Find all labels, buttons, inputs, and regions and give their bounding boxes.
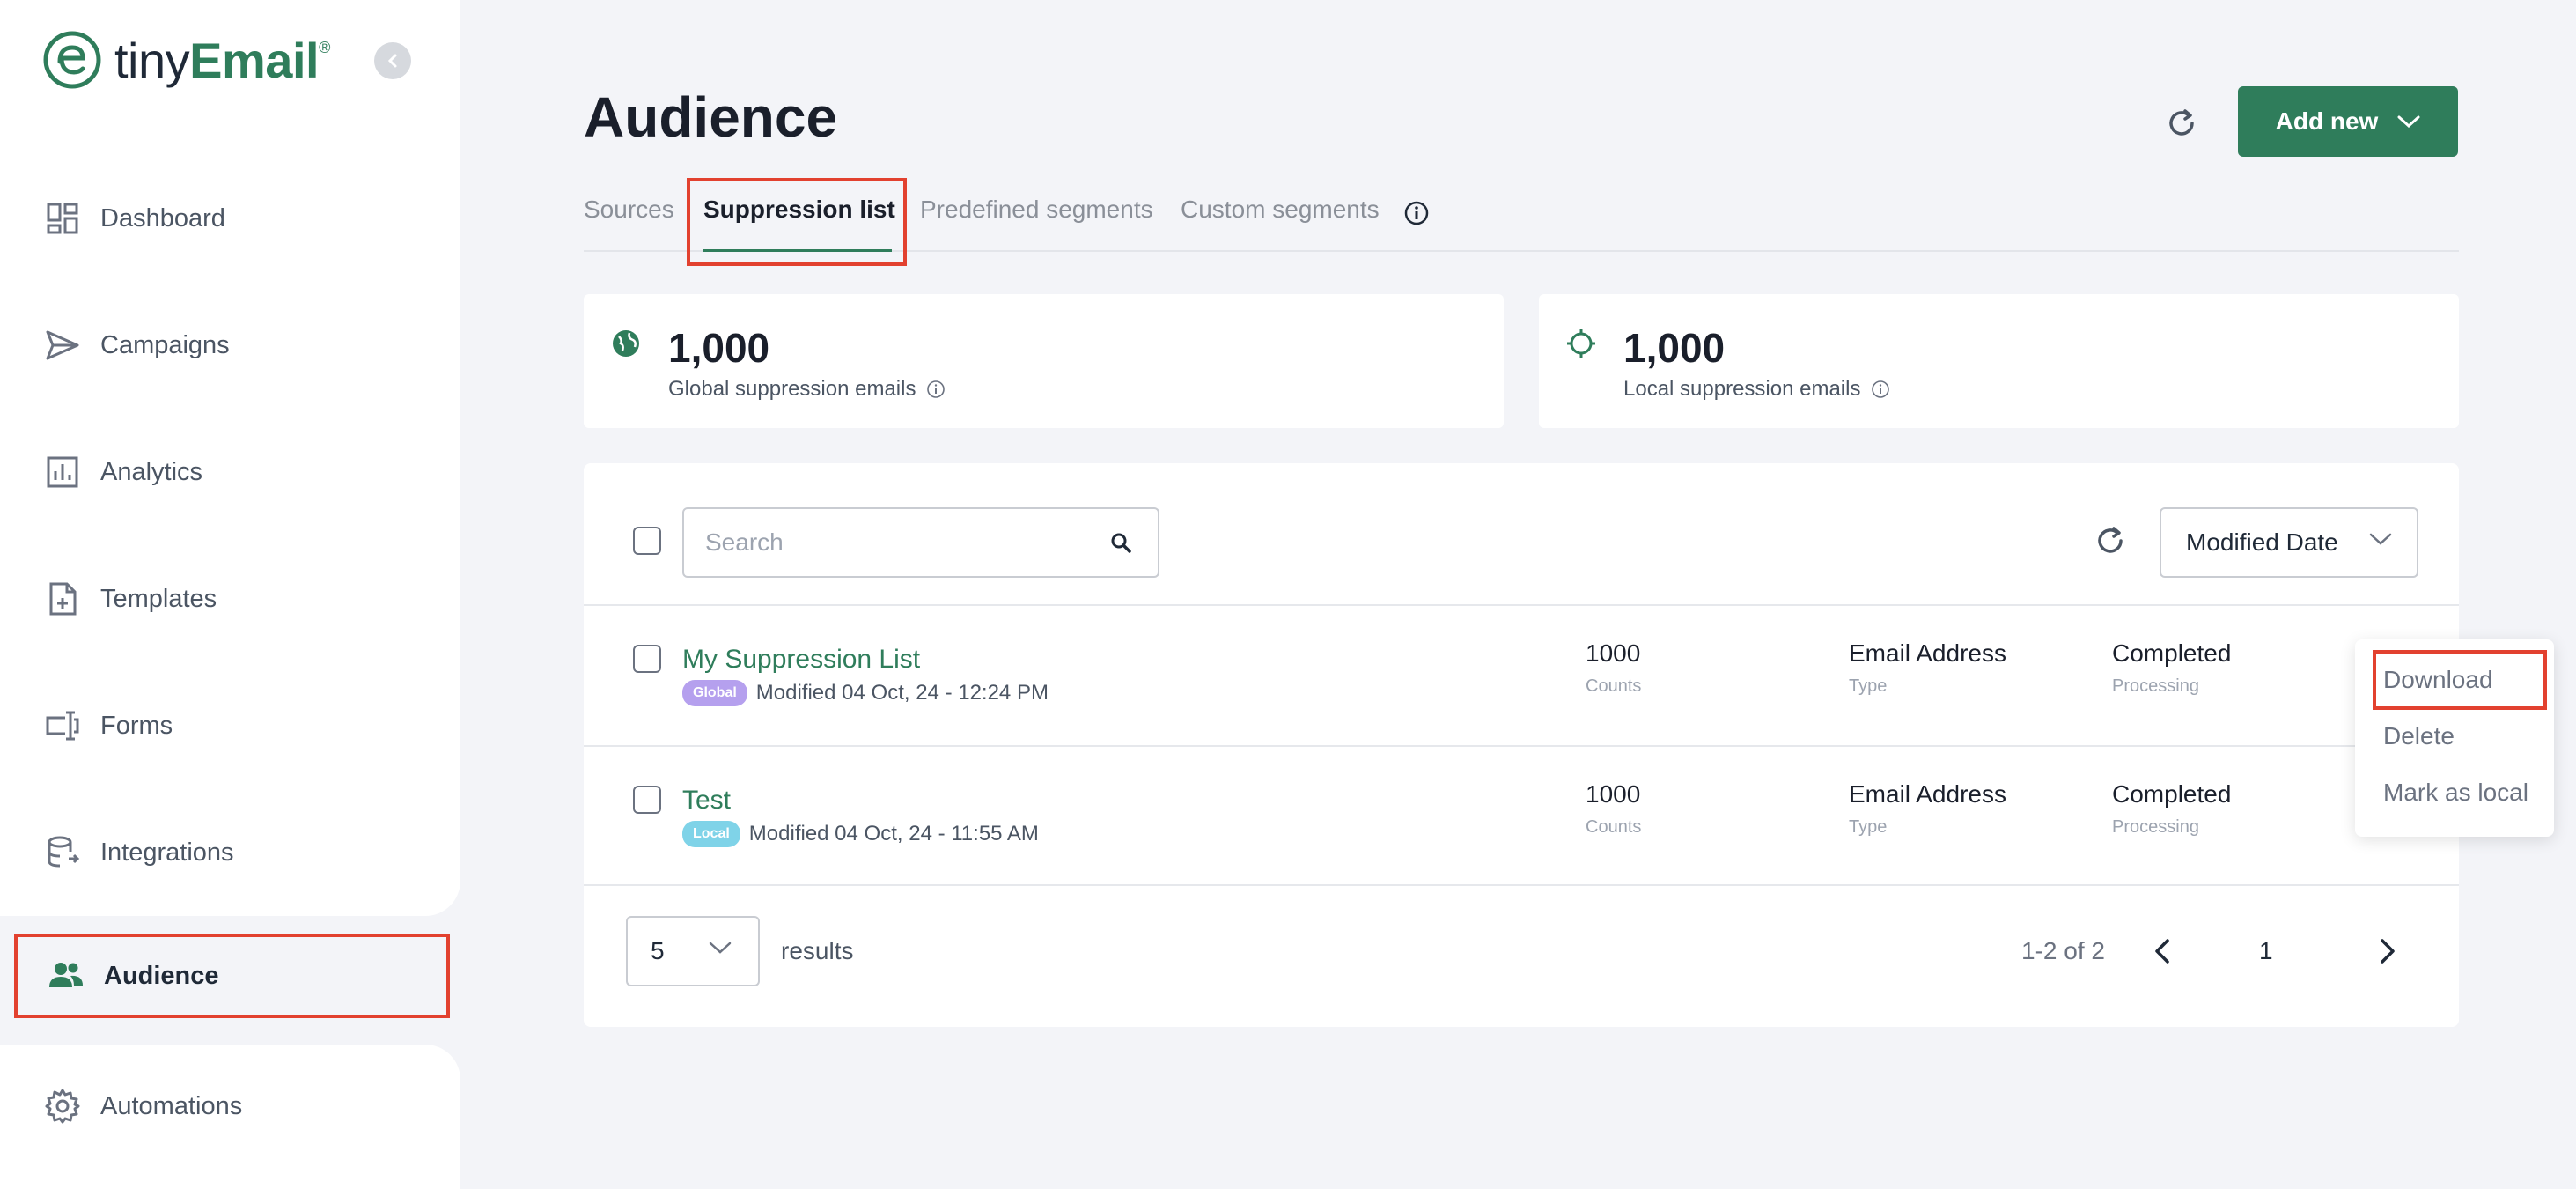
- form-icon: [46, 711, 79, 741]
- type-cell: Email Address Type: [1849, 780, 2006, 837]
- sidebar-item-automations[interactable]: Automations: [44, 1080, 242, 1133]
- status-cell: Completed Processing: [2112, 639, 2232, 696]
- send-icon: [46, 330, 79, 360]
- counts-cell: 1000 Counts: [1586, 780, 1642, 837]
- sidebar-top-panel: tinyEmail® Dashboard Campaigns Analytics…: [0, 0, 460, 916]
- crosshair-icon: [1567, 329, 1595, 358]
- tab-predefined-segments[interactable]: Predefined segments: [920, 196, 1153, 224]
- sidebar-item-analytics[interactable]: Analytics: [44, 446, 202, 498]
- row-meta: Local Modified 04 Oct, 24 - 11:55 AM: [682, 821, 1039, 847]
- document-plus-icon: [49, 582, 77, 616]
- menu-item-mark-as-local[interactable]: Mark as local: [2383, 779, 2528, 807]
- refresh-icon: [2098, 527, 2123, 553]
- tab-active-underline: [703, 249, 892, 252]
- sidebar: tinyEmail® Dashboard Campaigns Analytics…: [0, 0, 460, 1189]
- dashboard-icon: [47, 203, 78, 234]
- current-page[interactable]: 1: [2259, 937, 2273, 965]
- chevron-right-icon[interactable]: [2369, 934, 2404, 969]
- type-cell: Email Address Type: [1849, 639, 2006, 696]
- sidebar-item-templates[interactable]: Templates: [44, 572, 217, 625]
- scope-badge: Global: [682, 680, 747, 706]
- pagination-range: 1-2 of 2: [2021, 937, 2105, 964]
- sidebar-item-integrations[interactable]: Integrations: [44, 826, 234, 879]
- row-meta: Global Modified 04 Oct, 24 - 12:24 PM: [682, 680, 1049, 706]
- sidebar-bottom-panel: Automations: [0, 1045, 460, 1189]
- scope-badge: Local: [682, 821, 740, 847]
- info-icon[interactable]: [1403, 200, 1430, 226]
- results-label: results: [781, 937, 854, 964]
- global-suppression-count: 1,000: [668, 325, 770, 371]
- refresh-button[interactable]: [2159, 100, 2204, 146]
- chart-icon: [47, 456, 78, 488]
- tab-suppression-list[interactable]: Suppression list: [703, 196, 895, 224]
- sort-select[interactable]: Modified Date: [2160, 507, 2418, 578]
- pagination-bar: 5 results 1-2 of 2 1: [584, 884, 2459, 1027]
- select-all-checkbox[interactable]: [633, 527, 661, 555]
- menu-item-delete[interactable]: Delete: [2383, 722, 2455, 750]
- local-suppression-label: Local suppression emails: [1623, 377, 1890, 402]
- chevron-down-icon: [2369, 533, 2392, 545]
- tab-sources[interactable]: Sources: [584, 196, 674, 224]
- globe-icon: [613, 330, 639, 357]
- refresh-icon: [2169, 109, 2194, 136]
- page-title: Audience: [584, 85, 838, 149]
- modified-date: Modified 04 Oct, 24 - 12:24 PM: [755, 681, 1049, 705]
- sidebar-item-label: Templates: [100, 584, 217, 613]
- logo-text: tinyEmail®: [114, 32, 330, 88]
- sidebar-item-label: Analytics: [100, 457, 203, 486]
- counts-cell: 1000 Counts: [1586, 639, 1642, 696]
- modified-date: Modified 04 Oct, 24 - 11:55 AM: [748, 822, 1039, 846]
- info-icon[interactable]: [926, 380, 946, 399]
- chevron-left-icon[interactable]: [2145, 934, 2181, 969]
- search-input[interactable]: [705, 525, 1093, 560]
- status-cell: Completed Processing: [2112, 780, 2232, 837]
- logo[interactable]: tinyEmail®: [42, 30, 330, 90]
- row-checkbox[interactable]: [633, 786, 661, 814]
- table-row[interactable]: My Suppression List Global Modified 04 O…: [584, 604, 2459, 745]
- global-suppression-card: 1,000 Global suppression emails: [584, 294, 1504, 428]
- list-name-link[interactable]: Test: [682, 786, 731, 816]
- collapse-sidebar-button[interactable]: [374, 42, 411, 79]
- sidebar-item-campaigns[interactable]: Campaigns: [44, 319, 230, 372]
- info-icon[interactable]: [1871, 380, 1890, 399]
- add-new-button[interactable]: Add new: [2238, 86, 2458, 157]
- sidebar-item-label: Forms: [100, 711, 173, 740]
- sidebar-item-audience-content: Audience: [48, 949, 219, 1002]
- sidebar-item-label: Integrations: [100, 838, 234, 867]
- search-box: [682, 507, 1159, 578]
- chevron-down-icon: [2397, 115, 2420, 129]
- table-row[interactable]: Test Local Modified 04 Oct, 24 - 11:55 A…: [584, 745, 2459, 886]
- chevron-left-icon: [387, 54, 397, 68]
- local-suppression-card: 1,000 Local suppression emails: [1539, 294, 2459, 428]
- suppression-list-panel: Modified Date My Suppression List Global…: [584, 463, 2459, 1027]
- search-icon[interactable]: [1108, 530, 1135, 557]
- sidebar-item-dashboard[interactable]: Dashboard: [44, 192, 225, 245]
- sidebar-item-label: Dashboard: [100, 203, 225, 233]
- per-page-select[interactable]: 5: [626, 916, 760, 986]
- row-context-menu: Download Delete Mark as local: [2355, 639, 2554, 837]
- users-icon: [49, 963, 83, 987]
- chevron-down-icon: [709, 942, 732, 954]
- menu-item-download[interactable]: Download: [2383, 666, 2493, 694]
- global-suppression-label: Global suppression emails: [668, 377, 946, 402]
- sidebar-item-label: Audience: [104, 961, 219, 990]
- per-page-value: 5: [651, 937, 665, 964]
- sidebar-item-audience[interactable]: Audience: [14, 934, 450, 1018]
- list-name-link[interactable]: My Suppression List: [682, 645, 920, 675]
- local-suppression-count: 1,000: [1623, 325, 1726, 371]
- tab-custom-segments[interactable]: Custom segments: [1181, 196, 1380, 224]
- sidebar-item-forms[interactable]: Forms: [44, 699, 173, 752]
- sidebar-item-label: Automations: [100, 1091, 243, 1120]
- logo-icon: [43, 31, 101, 89]
- sort-select-value: Modified Date: [2186, 528, 2338, 556]
- gear-icon: [45, 1089, 80, 1124]
- list-refresh-button[interactable]: [2087, 518, 2133, 564]
- sidebar-item-label: Campaigns: [100, 330, 230, 359]
- database-icon: [48, 836, 80, 868]
- add-new-label: Add new: [2275, 107, 2379, 135]
- row-checkbox[interactable]: [633, 645, 661, 673]
